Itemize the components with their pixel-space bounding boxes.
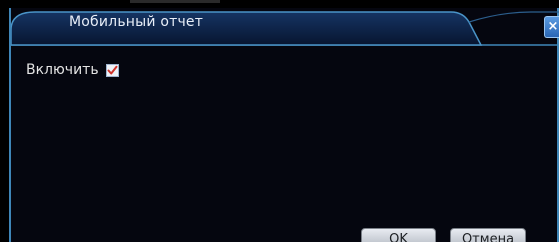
enable-label: Включить bbox=[26, 62, 99, 78]
dvr-screen: Мобильный отчет × Включить OK Отмена bbox=[0, 0, 559, 242]
dialog-title-bar: Мобильный отчет × bbox=[11, 8, 559, 46]
mobile-report-dialog: Мобильный отчет × Включить bbox=[9, 8, 559, 242]
dialog-title: Мобильный отчет bbox=[69, 14, 204, 30]
ok-button[interactable]: OK bbox=[361, 228, 436, 242]
enable-row: Включить bbox=[26, 62, 119, 78]
cancel-button[interactable]: Отмена bbox=[450, 228, 526, 242]
background-fragment bbox=[130, 0, 220, 3]
checkmark-icon bbox=[107, 65, 118, 74]
close-icon[interactable]: × bbox=[544, 16, 559, 38]
enable-checkbox[interactable] bbox=[105, 63, 119, 77]
